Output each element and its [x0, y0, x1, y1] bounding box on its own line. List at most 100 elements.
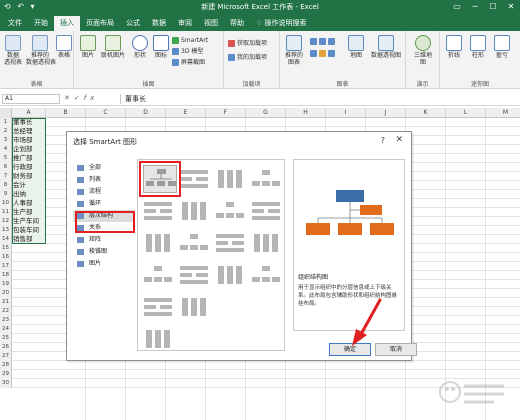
cell-a[interactable]: 出纳 — [12, 190, 46, 199]
row-header[interactable]: 8 — [0, 181, 12, 190]
column-header[interactable]: H — [286, 108, 326, 118]
formula-input[interactable]: 董事长 — [120, 94, 518, 104]
chart-types-row2[interactable] — [310, 49, 337, 58]
cell-a[interactable]: 会计 — [12, 181, 46, 190]
close-window-icon[interactable]: ✕ — [502, 0, 520, 14]
cell-a[interactable] — [12, 325, 46, 334]
cell-a[interactable] — [12, 298, 46, 307]
ok-button[interactable]: 确定 — [329, 343, 371, 356]
tab-page-layout[interactable]: 页面布局 — [80, 16, 120, 31]
category-item[interactable]: 棱锥图 — [73, 246, 135, 258]
cell-a[interactable] — [12, 370, 46, 379]
sparkline-line-button[interactable]: 折线 — [444, 35, 464, 59]
cell-a[interactable]: 总经理 — [12, 127, 46, 136]
column-header[interactable]: G — [246, 108, 286, 118]
row-header[interactable]: 4 — [0, 145, 12, 154]
row-header[interactable]: 24 — [0, 325, 12, 334]
cell-a[interactable] — [12, 253, 46, 262]
shapes-button[interactable]: 形状 — [130, 35, 150, 59]
cancel-formula-icon[interactable]: ✕ — [64, 94, 74, 102]
row-header[interactable]: 16 — [0, 253, 12, 262]
row-header[interactable]: 7 — [0, 172, 12, 181]
row-header[interactable]: 30 — [0, 379, 12, 388]
cell-a[interactable] — [12, 280, 46, 289]
pivot-table-button[interactable]: 数据 透视表 — [2, 35, 24, 66]
cell-a[interactable]: 生产部 — [12, 208, 46, 217]
row-header[interactable]: 19 — [0, 280, 12, 289]
maximize-icon[interactable]: ☐ — [484, 0, 502, 14]
tab-data[interactable]: 数据 — [146, 16, 172, 31]
cell-a[interactable] — [12, 289, 46, 298]
cell-a[interactable]: 行政部 — [12, 163, 46, 172]
name-box[interactable]: A1 — [2, 94, 60, 104]
row-header[interactable]: 9 — [0, 190, 12, 199]
row-header[interactable]: 17 — [0, 262, 12, 271]
row-header[interactable]: 1 — [0, 118, 12, 127]
recommended-pivot-button[interactable]: 推荐的 数据透视表 — [26, 35, 56, 66]
map3d-button[interactable]: 三维地 图 — [410, 35, 436, 66]
maps-button[interactable]: 地图 — [346, 35, 366, 59]
cell-a[interactable] — [12, 262, 46, 271]
table-button[interactable]: 表格 — [55, 35, 73, 59]
row-header[interactable]: 12 — [0, 217, 12, 226]
chart-types-row1[interactable] — [310, 37, 337, 46]
cell-a[interactable]: 人事部 — [12, 199, 46, 208]
category-item[interactable]: 层次结构 — [73, 210, 135, 222]
row-header[interactable]: 29 — [0, 370, 12, 379]
row-header[interactable]: 11 — [0, 208, 12, 217]
row-header[interactable]: 22 — [0, 307, 12, 316]
cell-a[interactable] — [12, 334, 46, 343]
dialog-close-button[interactable]: ✕ — [395, 135, 403, 145]
column-header[interactable]: I — [326, 108, 366, 118]
category-item[interactable]: 图片 — [73, 258, 135, 270]
cell-a[interactable]: 财务部 — [12, 172, 46, 181]
row-header[interactable]: 27 — [0, 352, 12, 361]
cell-a[interactable] — [12, 361, 46, 370]
column-header[interactable]: M — [486, 108, 520, 118]
recommended-charts-button[interactable]: 推荐的 图表 — [282, 35, 306, 66]
row-header[interactable]: 5 — [0, 154, 12, 163]
tab-view[interactable]: 视图 — [198, 16, 224, 31]
sparkline-column-button[interactable]: 柱形 — [468, 35, 488, 59]
cancel-button[interactable]: 取消 — [375, 343, 417, 356]
ribbon-display-icon[interactable]: ▭ — [448, 0, 466, 14]
row-header[interactable]: 3 — [0, 136, 12, 145]
row-header[interactable]: 21 — [0, 298, 12, 307]
sparkline-winloss-button[interactable]: 盈亏 — [492, 35, 512, 59]
cell-a[interactable]: 生产车间 — [12, 217, 46, 226]
tab-file[interactable]: 文件 — [2, 16, 28, 31]
row-header[interactable]: 20 — [0, 289, 12, 298]
icons-button[interactable]: 图标 — [152, 35, 170, 59]
column-header[interactable]: D — [126, 108, 166, 118]
tell-me-search[interactable]: ♢ 操作说明搜索 — [250, 16, 313, 31]
row-header[interactable]: 14 — [0, 235, 12, 244]
pictures-button[interactable]: 图片 — [78, 35, 98, 59]
row-header[interactable]: 28 — [0, 361, 12, 370]
column-header[interactable]: C — [86, 108, 126, 118]
cell-a[interactable] — [12, 352, 46, 361]
row-header[interactable]: 13 — [0, 226, 12, 235]
row-header[interactable]: 6 — [0, 163, 12, 172]
cell-a[interactable] — [12, 379, 46, 388]
selected-layout-thumbnail[interactable] — [143, 165, 177, 193]
dialog-help-button[interactable]: ? — [381, 136, 385, 145]
column-header[interactable]: L — [446, 108, 486, 118]
category-item[interactable]: 全部 — [73, 162, 135, 174]
column-header[interactable]: E — [166, 108, 206, 118]
tab-review[interactable]: 审阅 — [172, 16, 198, 31]
cell-a[interactable] — [12, 307, 46, 316]
fx-icon[interactable]: fx — [84, 94, 99, 102]
row-header[interactable]: 25 — [0, 334, 12, 343]
row-header[interactable]: 26 — [0, 343, 12, 352]
row-header[interactable]: 2 — [0, 127, 12, 136]
get-addins-button[interactable]: 获取加载项 — [228, 39, 267, 48]
cell-a[interactable] — [12, 316, 46, 325]
column-header[interactable]: A — [12, 108, 46, 118]
model3d-button[interactable]: 3D 模型 — [172, 47, 203, 56]
online-pictures-button[interactable]: 联机图片 — [100, 35, 126, 59]
category-item[interactable]: 循环 — [73, 198, 135, 210]
cell-a[interactable]: 推广部 — [12, 154, 46, 163]
cell-a[interactable]: 企划部 — [12, 145, 46, 154]
cell-a[interactable] — [12, 271, 46, 280]
row-header[interactable]: 18 — [0, 271, 12, 280]
